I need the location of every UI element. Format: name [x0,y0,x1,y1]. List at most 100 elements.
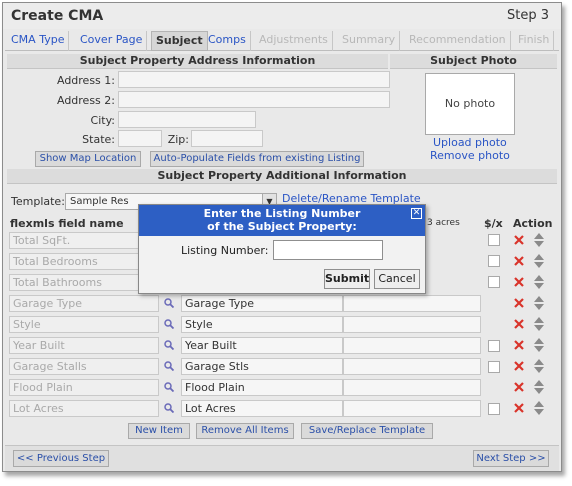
delete-x-icon[interactable] [513,234,525,246]
create-cma-window: Create CMA Step 3 CMA Type Cover Page Su… [2,2,562,472]
dialog-header: Enter the Listing Number of the Subject … [139,205,425,236]
title-bar: Create CMA Step 3 [3,3,561,29]
delete-x-icon[interactable] [513,297,525,309]
dialog-title-line2: of the Subject Property: [207,220,357,233]
tab-subject[interactable]: Subject [151,31,208,51]
delete-x-icon[interactable] [513,339,525,351]
delete-x-icon[interactable] [513,402,525,414]
dollar-checkbox[interactable] [488,276,500,288]
move-updown-icon[interactable] [534,296,544,310]
zip-label: Zip: [167,133,189,146]
row-mapped-value[interactable]: Garage Type [181,295,343,312]
row-extra-field[interactable] [343,337,481,354]
zip-input[interactable] [191,130,263,147]
address1-label: Address 1: [56,74,115,87]
address2-input[interactable] [118,91,390,108]
listing-number-input[interactable] [273,240,383,260]
delete-x-icon[interactable] [513,360,525,372]
magnifier-icon[interactable] [164,340,174,350]
row-extra-field[interactable] [343,316,481,333]
move-updown-icon[interactable] [534,317,544,331]
wizard-tabs: CMA Type Cover Page Subject Comps Adjust… [5,29,559,51]
move-updown-icon[interactable] [534,254,544,268]
row-field-name: Year Built [9,337,159,354]
delete-x-icon[interactable] [513,381,525,393]
move-updown-icon[interactable] [534,401,544,415]
new-item-button[interactable]: New Item [128,423,190,439]
row-extra-field[interactable] [343,400,481,417]
move-updown-icon[interactable] [534,380,544,394]
close-icon[interactable]: ✕ [411,208,422,219]
row-field-name: Flood Plain [9,379,159,396]
move-updown-icon[interactable] [534,275,544,289]
city-label: City: [90,114,115,127]
submit-button[interactable]: Submit [324,269,370,289]
address1-input[interactable] [118,71,390,88]
col-action: Action [513,217,553,230]
next-step-button[interactable]: Next Step >> [473,450,549,467]
tab-finish: Finish [514,31,555,51]
listing-number-label: Listing Number: [181,244,269,257]
row-field-name: Total Bedrooms [9,253,159,270]
auto-populate-button[interactable]: Auto-Populate Fields from existing Listi… [150,151,364,167]
step-indicator: Step 3 [506,8,549,23]
upload-photo-link[interactable]: Upload photo [433,136,507,149]
magnifier-icon[interactable] [164,319,174,329]
state-label: State: [82,133,115,146]
row-extra-field[interactable] [343,379,481,396]
magnifier-icon[interactable] [164,382,174,392]
template-select-value: Sample Res [70,196,129,207]
subject-photo-box: No photo [425,73,515,135]
dollar-checkbox[interactable] [488,403,500,415]
dollar-checkbox[interactable] [488,234,500,246]
row-mapped-value[interactable]: Style [181,316,343,333]
row-field-name: Garage Type [9,295,159,312]
dollar-checkbox[interactable] [488,255,500,267]
tab-comps[interactable]: Comps [204,31,251,51]
row-mapped-value[interactable]: Garage Stls [181,358,343,375]
city-input[interactable] [118,111,256,128]
delete-x-icon[interactable] [513,318,525,330]
show-map-button[interactable]: Show Map Location [35,151,141,167]
tab-adjustments: Adjustments [255,31,333,51]
remove-photo-link[interactable]: Remove photo [430,149,510,162]
move-updown-icon[interactable] [534,233,544,247]
row-extra-field[interactable] [343,358,481,375]
magnifier-icon[interactable] [164,403,174,413]
move-updown-icon[interactable] [534,338,544,352]
dollar-checkbox[interactable] [488,361,500,373]
template-label: Template: [11,195,65,208]
dollar-checkbox[interactable] [488,340,500,352]
row-mapped-value[interactable]: Lot Acres [181,400,343,417]
dialog-title-line1: Enter the Listing Number [203,207,361,220]
delete-x-icon[interactable] [513,276,525,288]
address2-label: Address 2: [56,94,115,107]
listing-number-dialog: Enter the Listing Number of the Subject … [138,204,426,294]
state-input[interactable] [118,130,162,147]
save-replace-template-button[interactable]: Save/Replace Template [301,423,433,439]
magnifier-icon[interactable] [164,361,174,371]
row-field-name: Lot Acres [9,400,159,417]
address-section-heading: Subject Property Address Information [7,54,388,69]
tab-cover-page[interactable]: Cover Page [76,31,148,51]
row-field-name: Garage Stalls [9,358,159,375]
row-extra-field[interactable] [343,295,481,312]
magnifier-icon[interactable] [164,298,174,308]
delete-x-icon[interactable] [513,255,525,267]
window-title: Create CMA [11,8,104,24]
cancel-button[interactable]: Cancel [374,269,420,289]
col-field-name: flexmls field name [10,217,124,230]
photo-section-heading: Subject Photo [390,54,557,69]
col-extra-fragment: 3 acres [427,218,460,228]
tab-summary: Summary [338,31,401,51]
row-mapped-value[interactable]: Flood Plain [181,379,343,396]
tab-cma-type[interactable]: CMA Type [7,31,70,51]
row-field-name: Total SqFt. [9,232,159,249]
wizard-footer: << Previous Step Next Step >> [5,445,559,471]
move-updown-icon[interactable] [534,359,544,373]
row-field-name: Style [9,316,159,333]
remove-all-items-button[interactable]: Remove All Items [196,423,294,439]
row-mapped-value[interactable]: Year Built [181,337,343,354]
previous-step-button[interactable]: << Previous Step [13,450,109,467]
additional-section-heading: Subject Property Additional Information [7,169,557,184]
